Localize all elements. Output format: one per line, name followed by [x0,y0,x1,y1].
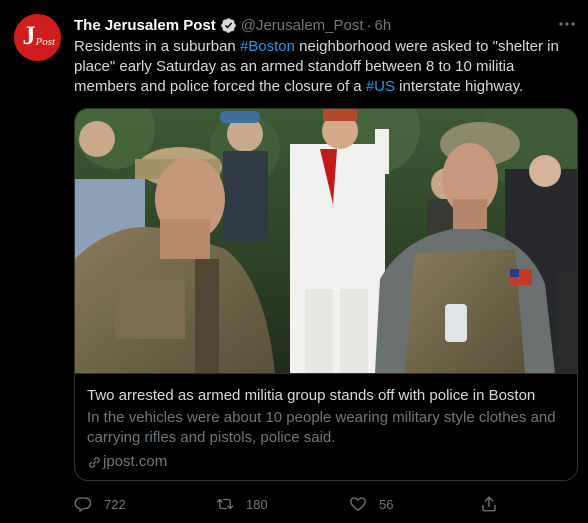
more-options-icon[interactable] [554,14,580,34]
card-image[interactable] [75,109,577,373]
tweet-text-part: Residents in a suburban [74,38,240,55]
card-body[interactable]: Two arrested as armed militia group stan… [75,373,577,480]
author-name[interactable]: The Jerusalem Post [74,17,216,34]
tweet[interactable]: J Post The Jerusalem Post @Jerusalem_Pos… [0,0,588,523]
card-title[interactable]: Two arrested as armed militia group stan… [87,386,565,405]
card-domain[interactable]: jpost.com [87,452,565,472]
author-handle[interactable]: @Jerusalem_Post [241,17,364,34]
card-domain-text: jpost.com [103,453,168,470]
avatar-logo-letter: J [22,20,36,50]
reply-count: 722 [104,496,126,512]
retweet-icon [216,495,234,513]
tweet-header: The Jerusalem Post @Jerusalem_Post · 6h [74,15,391,35]
avatar-logo-word: Post [35,35,56,48]
separator-dot: · [366,16,372,34]
link-icon [87,455,102,470]
tweet-actions: 722 180 56 [74,494,574,514]
timestamp[interactable]: 6h [375,17,392,34]
link-card[interactable]: Two arrested as armed militia group stan… [74,108,578,481]
hashtag-link[interactable]: #Boston [240,38,295,55]
reply-icon [74,495,92,513]
card-description: In the vehicles were about 10 people wea… [87,409,556,446]
share-button[interactable] [480,494,498,514]
tweet-text-part: interstate highway. [395,78,524,95]
reply-button[interactable]: 722 [74,494,126,514]
share-icon [480,495,498,513]
retweet-count: 180 [246,496,268,512]
militia-photo [75,109,577,373]
tweet-text: Residents in a suburban #Boston neighbor… [74,37,580,97]
heart-icon [349,495,367,513]
retweet-button[interactable]: 180 [216,494,268,514]
verified-badge-icon [220,17,237,34]
jerusalem-post-logo: J Post [18,18,58,58]
avatar[interactable]: J Post [14,14,61,61]
like-count: 56 [379,496,394,512]
like-button[interactable]: 56 [349,494,393,514]
hashtag-link[interactable]: #US [366,78,395,95]
